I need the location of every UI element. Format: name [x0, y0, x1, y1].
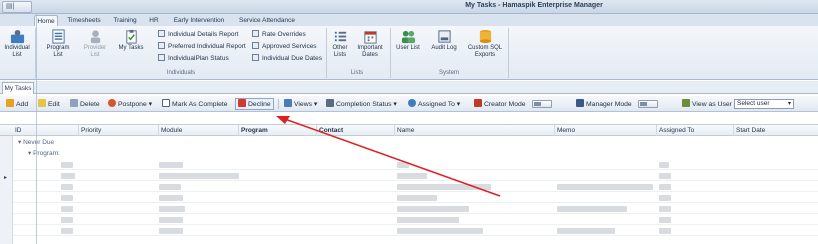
ribbon-tab-strip: Home Timesheets Training HR Early Interv…: [0, 14, 818, 26]
report-icon: [158, 54, 165, 61]
window-title: My Tasks - Hamaspik Enterprise Manager: [465, 2, 603, 9]
report-icon: [158, 42, 165, 49]
report-icon: [252, 54, 259, 61]
group-label-system: System: [438, 70, 459, 76]
tab-home[interactable]: Home: [34, 15, 58, 26]
report-icon: [158, 30, 165, 37]
table-row[interactable]: [13, 171, 818, 181]
table-row[interactable]: [13, 182, 818, 192]
user-list-button[interactable]: User List: [394, 29, 422, 52]
approved-services-button[interactable]: Approved Services: [252, 42, 317, 51]
checkbox-icon: [162, 99, 170, 107]
column-header-module[interactable]: Module: [159, 125, 239, 136]
group-label-individuals: Individuals: [166, 70, 196, 76]
tab-service-attendance[interactable]: Service Attendance: [236, 15, 298, 26]
delete-button[interactable]: Delete: [70, 99, 100, 109]
other-lists-button[interactable]: Other Lists: [328, 29, 352, 59]
database-icon: [479, 29, 491, 44]
column-header-contact[interactable]: Contact: [317, 125, 395, 136]
rate-overrides-button[interactable]: Rate Overrides: [252, 30, 306, 39]
document-tab-strip: My Tasks: [0, 81, 818, 94]
column-header-start-date[interactable]: Start Date: [734, 125, 818, 136]
individual-details-report-button[interactable]: Individual Details Report: [158, 30, 238, 39]
individual-list-button[interactable]: Individual List: [2, 29, 32, 59]
creator-mode-toggle[interactable]: [532, 100, 552, 108]
list-icon: [334, 31, 346, 42]
toolbar-separator: [278, 99, 279, 109]
postpone-icon: [108, 99, 116, 107]
tab-training[interactable]: Training: [110, 15, 140, 26]
column-header-memo[interactable]: Memo: [555, 125, 657, 136]
table-row[interactable]: [13, 215, 818, 225]
table-row[interactable]: [13, 193, 818, 203]
assign-icon: [408, 99, 416, 107]
group-label-lists: Lists: [350, 70, 364, 76]
program-list-icon: [51, 29, 65, 44]
grid-toolbar: Add Edit Delete Postpone ▾ Mark As Compl…: [0, 96, 818, 112]
grid-body: ▾ Never Due ▾ Program: ▸: [0, 136, 818, 244]
tab-timesheets[interactable]: Timesheets: [64, 15, 104, 26]
completion-status-button[interactable]: Completion Status ▾: [326, 99, 397, 109]
tab-hr[interactable]: HR: [146, 15, 162, 26]
my-tasks-button[interactable]: My Tasks: [116, 29, 146, 52]
tab-my-tasks[interactable]: My Tasks: [2, 82, 34, 94]
report-icon: [252, 30, 259, 37]
view-as-user-label: View as User: [682, 99, 732, 109]
column-header-program[interactable]: Program: [239, 125, 317, 136]
column-header-id[interactable]: ID: [13, 125, 79, 136]
important-dates-button[interactable]: Important Dates: [354, 29, 386, 59]
assigned-to-button[interactable]: Assigned To ▾: [408, 99, 460, 109]
manager-icon: [576, 99, 584, 107]
custom-sql-exports-button[interactable]: Custom SQL Exports: [466, 29, 504, 59]
users-icon: [401, 30, 415, 44]
individual-due-dates-button[interactable]: Individual Due Dates: [252, 54, 322, 63]
edit-button[interactable]: Edit: [38, 99, 60, 109]
table-row[interactable]: [13, 204, 818, 214]
clipboard-check-icon: [125, 29, 137, 44]
mark-complete-button[interactable]: Mark As Complete: [162, 99, 228, 109]
column-header-name[interactable]: Name: [395, 125, 555, 136]
decline-icon: [238, 99, 246, 107]
column-header-priority[interactable]: Priority: [79, 125, 159, 136]
ribbon: Individual List Program List Provider Li…: [0, 26, 818, 80]
program-list-button[interactable]: Program List: [44, 29, 72, 59]
add-button[interactable]: Add: [6, 99, 28, 109]
provider-list-button[interactable]: Provider List: [80, 29, 110, 59]
edit-icon: [38, 99, 46, 107]
provider-list-icon: [90, 30, 100, 44]
add-icon: [6, 99, 14, 107]
select-user-dropdown[interactable]: Select user ▾: [734, 99, 794, 109]
title-bar: ▤| My Tasks - Hamaspik Enterprise Manage…: [0, 0, 818, 14]
individual-list-icon: [10, 29, 24, 44]
tab-early-intervention[interactable]: Early Intervention: [168, 15, 230, 26]
views-icon: [284, 99, 292, 107]
user-view-icon: [682, 99, 690, 107]
creator-icon: [474, 99, 482, 107]
manager-mode-label: Manager Mode: [576, 99, 632, 109]
delete-icon: [70, 99, 78, 107]
current-row-indicator-icon: ▸: [4, 175, 8, 181]
status-icon: [326, 99, 334, 107]
decline-button[interactable]: Decline: [235, 98, 274, 110]
audit-log-button[interactable]: Audit Log: [428, 29, 460, 52]
table-row[interactable]: [13, 226, 818, 236]
report-icon: [252, 42, 259, 49]
individual-plan-status-button[interactable]: IndividualPlan Status: [158, 54, 229, 63]
chevron-down-icon: ▾: [787, 101, 791, 107]
group-row-program[interactable]: ▾ Program:: [0, 149, 818, 159]
postpone-button[interactable]: Postpone ▾: [108, 99, 152, 109]
column-header-assigned-to[interactable]: Assigned To: [657, 125, 734, 136]
group-row-never-due[interactable]: ▾ Never Due: [0, 138, 818, 148]
views-button[interactable]: Views ▾: [284, 99, 317, 109]
grid-header: ID Priority Module Program Contact Name …: [0, 124, 818, 136]
ribbon-separator: [508, 28, 509, 78]
calendar-icon: [363, 31, 377, 44]
preferred-individual-report-button[interactable]: Preferred Individual Report: [158, 42, 246, 51]
table-row[interactable]: [13, 160, 818, 170]
creator-mode-label: Creator Mode: [474, 99, 526, 109]
log-icon: [437, 30, 451, 43]
window-edge-line: [36, 14, 37, 244]
manager-mode-toggle[interactable]: [638, 100, 658, 108]
